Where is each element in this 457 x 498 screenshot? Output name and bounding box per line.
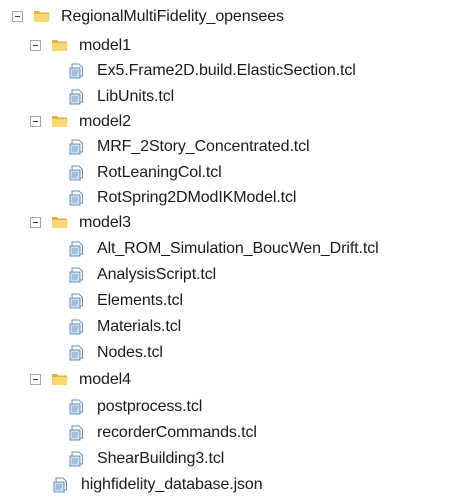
file-label: LibUnits.tcl bbox=[97, 88, 175, 105]
tree-row-file[interactable]: ShearBuilding3.tcl bbox=[0, 446, 457, 472]
tree-row-file[interactable]: postprocess.tcl bbox=[0, 394, 457, 420]
document-file-icon bbox=[69, 319, 83, 335]
tree-row-file[interactable]: RotLeaningCol.tcl bbox=[0, 160, 457, 186]
tree-row-file[interactable]: AnalysisScript.tcl bbox=[0, 262, 457, 288]
tree-row-file[interactable]: MRF_2Story_Concentrated.tcl bbox=[0, 134, 457, 160]
collapse-toggle-icon[interactable] bbox=[30, 40, 41, 51]
file-label: Materials.tcl bbox=[97, 318, 182, 335]
folder-label: model4 bbox=[79, 371, 131, 388]
document-file-icon bbox=[69, 293, 83, 309]
document-file-icon bbox=[69, 267, 83, 283]
tree-row-root-folder[interactable]: RegionalMultiFidelity_opensees bbox=[0, 4, 457, 30]
file-label: RotSpring2DModIKModel.tcl bbox=[97, 189, 297, 206]
tree-row-folder-model2[interactable]: model2 bbox=[0, 109, 457, 135]
file-label: Alt_ROM_Simulation_BoucWen_Drift.tcl bbox=[97, 240, 379, 257]
tree-row-file[interactable]: Materials.tcl bbox=[0, 314, 457, 340]
document-file-icon bbox=[69, 89, 83, 105]
document-file-icon bbox=[69, 241, 83, 257]
collapse-toggle-icon[interactable] bbox=[30, 374, 41, 385]
file-label: postprocess.tcl bbox=[97, 398, 203, 415]
document-file-icon bbox=[53, 477, 67, 493]
document-file-icon bbox=[69, 139, 83, 155]
folder-icon bbox=[52, 217, 68, 228]
collapse-toggle-icon[interactable] bbox=[30, 116, 41, 127]
file-label: highfidelity_database.json bbox=[81, 476, 263, 493]
file-label: Nodes.tcl bbox=[97, 344, 163, 361]
document-file-icon bbox=[69, 165, 83, 181]
folder-icon bbox=[34, 11, 50, 22]
tree-row-folder-model4[interactable]: model4 bbox=[0, 367, 457, 393]
file-tree: RegionalMultiFidelity_opensees model1 Ex… bbox=[0, 0, 457, 498]
folder-label: RegionalMultiFidelity_opensees bbox=[61, 8, 284, 25]
folder-icon bbox=[52, 116, 68, 127]
folder-label: model2 bbox=[79, 113, 131, 130]
document-file-icon bbox=[69, 399, 83, 415]
file-label: ShearBuilding3.tcl bbox=[97, 450, 225, 467]
collapse-toggle-icon[interactable] bbox=[12, 11, 23, 22]
document-file-icon bbox=[69, 425, 83, 441]
document-file-icon bbox=[69, 63, 83, 79]
tree-row-file[interactable]: Ex5.Frame2D.build.ElasticSection.tcl bbox=[0, 58, 457, 84]
tree-row-file[interactable]: Elements.tcl bbox=[0, 288, 457, 314]
tree-row-file[interactable]: Alt_ROM_Simulation_BoucWen_Drift.tcl bbox=[0, 236, 457, 262]
file-label: AnalysisScript.tcl bbox=[97, 266, 217, 283]
file-label: MRF_2Story_Concentrated.tcl bbox=[97, 138, 310, 155]
document-file-icon bbox=[69, 451, 83, 467]
folder-icon bbox=[52, 374, 68, 385]
tree-row-file[interactable]: LibUnits.tcl bbox=[0, 84, 457, 110]
document-file-icon bbox=[69, 345, 83, 361]
file-label: Elements.tcl bbox=[97, 292, 183, 309]
tree-row-file[interactable]: highfidelity_database.json bbox=[0, 472, 457, 498]
file-label: RotLeaningCol.tcl bbox=[97, 164, 222, 181]
folder-label: model1 bbox=[79, 37, 131, 54]
file-label: recorderCommands.tcl bbox=[97, 424, 257, 441]
tree-row-folder-model3[interactable]: model3 bbox=[0, 210, 457, 236]
tree-row-folder-model1[interactable]: model1 bbox=[0, 33, 457, 59]
tree-row-file[interactable]: Nodes.tcl bbox=[0, 340, 457, 366]
document-file-icon bbox=[69, 190, 83, 206]
folder-icon bbox=[52, 40, 68, 51]
collapse-toggle-icon[interactable] bbox=[30, 217, 41, 228]
tree-row-file[interactable]: RotSpring2DModIKModel.tcl bbox=[0, 185, 457, 211]
tree-row-file[interactable]: recorderCommands.tcl bbox=[0, 420, 457, 446]
folder-label: model3 bbox=[79, 214, 131, 231]
file-label: Ex5.Frame2D.build.ElasticSection.tcl bbox=[97, 62, 356, 79]
